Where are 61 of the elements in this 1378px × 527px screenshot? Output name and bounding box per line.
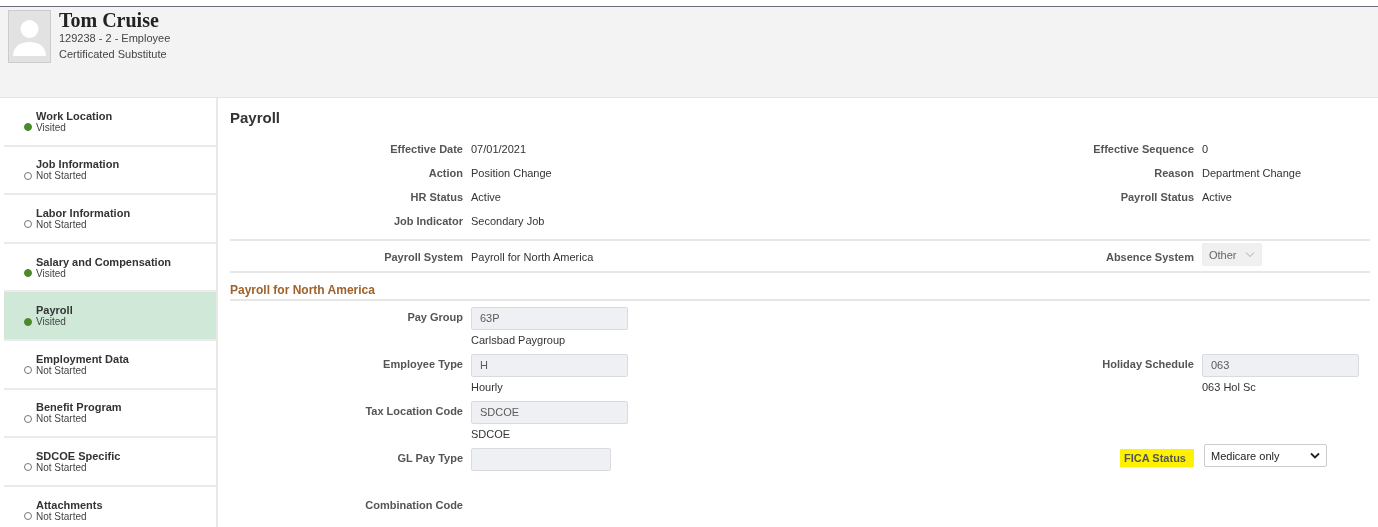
field-label: GL Pay Type: [397, 451, 463, 466]
step-status: Not Started: [36, 413, 87, 425]
field-description: Carlsbad Paygroup: [471, 334, 566, 346]
field-value: Active: [1202, 190, 1232, 205]
field-label: Effective Date: [390, 142, 463, 157]
step-status: Not Started: [36, 219, 87, 230]
step-status: Not Started: [36, 170, 87, 182]
step-status: Not Started: [36, 364, 87, 376]
input-field[interactable]: SDCOE: [471, 401, 628, 424]
field-description: 063 Hol Sc: [1202, 381, 1256, 393]
step-status: Not Started: [36, 510, 87, 522]
field-label: Absence System: [1105, 250, 1194, 265]
field-value: Department Change: [1202, 166, 1302, 181]
field-label: Holiday Schedule: [1102, 357, 1194, 372]
field-description: SDCOE: [471, 428, 511, 440]
step-label: Payroll: [35, 304, 74, 317]
sidebar-item[interactable]: Payroll Visited: [4, 292, 216, 341]
input-field[interactable]: [471, 448, 611, 471]
step-status: Visited: [36, 316, 66, 328]
step-label: SDCOE Specific: [35, 449, 122, 462]
field-label: Employee Type: [383, 357, 463, 372]
field-value: 07/01/2021: [471, 142, 527, 157]
select-field[interactable]: Medicare only: [1204, 444, 1327, 467]
employee-name: Tom Cruise: [59, 10, 160, 30]
field-value: Secondary Job: [471, 214, 545, 229]
step-status: Visited: [36, 121, 66, 133]
section-heading: Payroll for North America: [230, 279, 1370, 301]
field-value: 0: [1202, 142, 1209, 157]
step-label: Job Information: [35, 158, 121, 171]
step-label: Work Location: [35, 109, 114, 122]
input-field[interactable]: 063: [1202, 354, 1359, 377]
field-description: Hourly: [471, 381, 503, 393]
field-label: Action: [428, 166, 463, 181]
step-label: Employment Data: [35, 352, 130, 365]
chevron-down-icon: [1244, 251, 1255, 258]
field-label: Effective Sequence: [1093, 142, 1194, 157]
field-label: Tax Location Code: [365, 404, 463, 419]
step-label: Labor Information: [35, 207, 132, 219]
field-value: Payroll for North America: [471, 250, 594, 265]
input-field[interactable]: H: [471, 354, 628, 377]
field-label: Job Indicator: [393, 214, 463, 229]
field-label: FICA Status: [1120, 449, 1194, 467]
step-label: Benefit Program: [35, 401, 123, 414]
field-label: HR Status: [410, 190, 463, 205]
chevron-down-icon: [1310, 452, 1320, 459]
step-status: Not Started: [36, 461, 87, 473]
field-label: Payroll Status: [1120, 190, 1194, 205]
field-label: Pay Group: [407, 310, 463, 325]
field-label: Payroll System: [384, 250, 463, 265]
field-value: Active: [471, 190, 501, 205]
avatar-icon: [8, 10, 51, 63]
step-status: Visited: [36, 267, 66, 279]
field-label: Reason: [1154, 166, 1194, 181]
step-label: Attachments: [35, 498, 104, 511]
employee-id: 129238 - 2 - Employee: [59, 31, 171, 46]
job-title: Certificated Substitute: [59, 47, 168, 62]
page-title: Payroll: [230, 109, 282, 126]
step-label: Salary and Compensation: [35, 255, 173, 268]
input-field[interactable]: 63P: [471, 307, 628, 330]
field-value: Position Change: [471, 166, 552, 181]
field-label: Combination Code: [365, 498, 463, 513]
